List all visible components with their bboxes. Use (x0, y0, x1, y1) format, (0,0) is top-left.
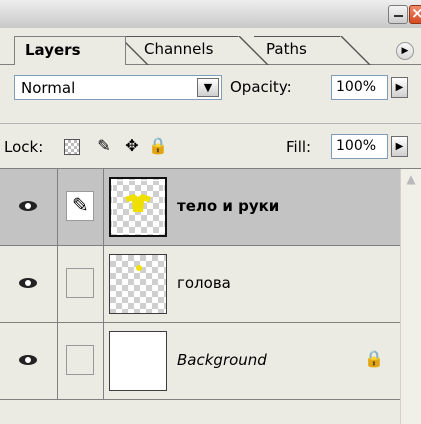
link-box[interactable] (66, 345, 94, 375)
layer-row[interactable]: Background 🔒 (0, 323, 400, 400)
title-bar: × (0, 0, 421, 29)
fill-input[interactable]: 100% (331, 134, 388, 159)
brush-icon: ✎ (72, 193, 89, 217)
panel-menu-arrow-icon[interactable]: ▶ (396, 42, 414, 60)
transparency-lock-icon[interactable] (64, 139, 80, 155)
link-box[interactable] (66, 268, 94, 298)
close-icon[interactable]: × (409, 4, 421, 24)
padlock-icon: 🔒 (364, 349, 384, 368)
minimize-icon[interactable] (388, 5, 408, 24)
layers-scrollbar[interactable]: ▲ (400, 169, 421, 424)
layer-thumbnail-shape (136, 265, 142, 271)
eye-icon[interactable] (17, 353, 39, 367)
fill-label: Fill: (286, 138, 312, 156)
eye-icon[interactable] (17, 199, 39, 213)
fill-arrow-icon[interactable]: ▶ (391, 136, 408, 157)
link-cell[interactable]: ✎ (58, 169, 104, 245)
layer-thumbnail[interactable] (109, 331, 167, 391)
opacity-input[interactable]: 100% (331, 75, 388, 100)
visibility-cell[interactable] (0, 169, 58, 245)
brush-lock-icon[interactable]: ✎ (94, 136, 114, 156)
layers-list: ✎ тело и руки голова Background 🔒 (0, 169, 400, 424)
layer-name: голова (177, 274, 231, 292)
tab-channels[interactable]: Channels (134, 36, 246, 63)
layer-thumbnail[interactable] (109, 254, 167, 314)
scroll-up-icon[interactable]: ▲ (401, 172, 421, 192)
tab-layers[interactable]: Layers (14, 36, 126, 65)
tab-divider (126, 36, 134, 37)
opacity-label: Opacity: (230, 78, 292, 96)
layers-palette: × Layers Channels Paths ▶ Normal ▼ Opaci… (0, 0, 421, 424)
tabs-row: Layers Channels Paths ▶ (0, 28, 421, 68)
blend-mode-select[interactable]: Normal ▼ (14, 75, 222, 100)
dropdown-arrow-icon[interactable]: ▼ (197, 78, 219, 97)
layers-list-empty-area (0, 400, 400, 424)
layer-row[interactable]: ✎ тело и руки (0, 169, 400, 246)
opacity-arrow-icon[interactable]: ▶ (391, 77, 408, 98)
move-lock-icon[interactable]: ✥ (122, 136, 142, 156)
lock-label: Lock: (4, 138, 44, 156)
visibility-cell[interactable] (0, 323, 58, 399)
layer-thumbnail-shape (125, 194, 151, 212)
layer-row[interactable]: голова (0, 246, 400, 323)
lock-fill-row: Lock: ✎ ✥ 🔒 Fill: 100% ▶ (0, 124, 421, 169)
blend-mode-value: Normal (21, 79, 76, 97)
link-cell[interactable] (58, 246, 104, 322)
brush-box[interactable]: ✎ (66, 191, 94, 221)
blend-opacity-row: Normal ▼ Opacity: 100% ▶ (0, 65, 421, 124)
layer-thumbnail[interactable] (109, 177, 167, 237)
tab-paths[interactable]: Paths (254, 36, 354, 63)
layer-name: тело и руки (177, 197, 280, 215)
eye-icon[interactable] (17, 276, 39, 290)
layer-name: Background (177, 351, 267, 369)
link-cell[interactable] (58, 323, 104, 399)
padlock-icon[interactable]: 🔒 (148, 136, 168, 156)
visibility-cell[interactable] (0, 246, 58, 322)
